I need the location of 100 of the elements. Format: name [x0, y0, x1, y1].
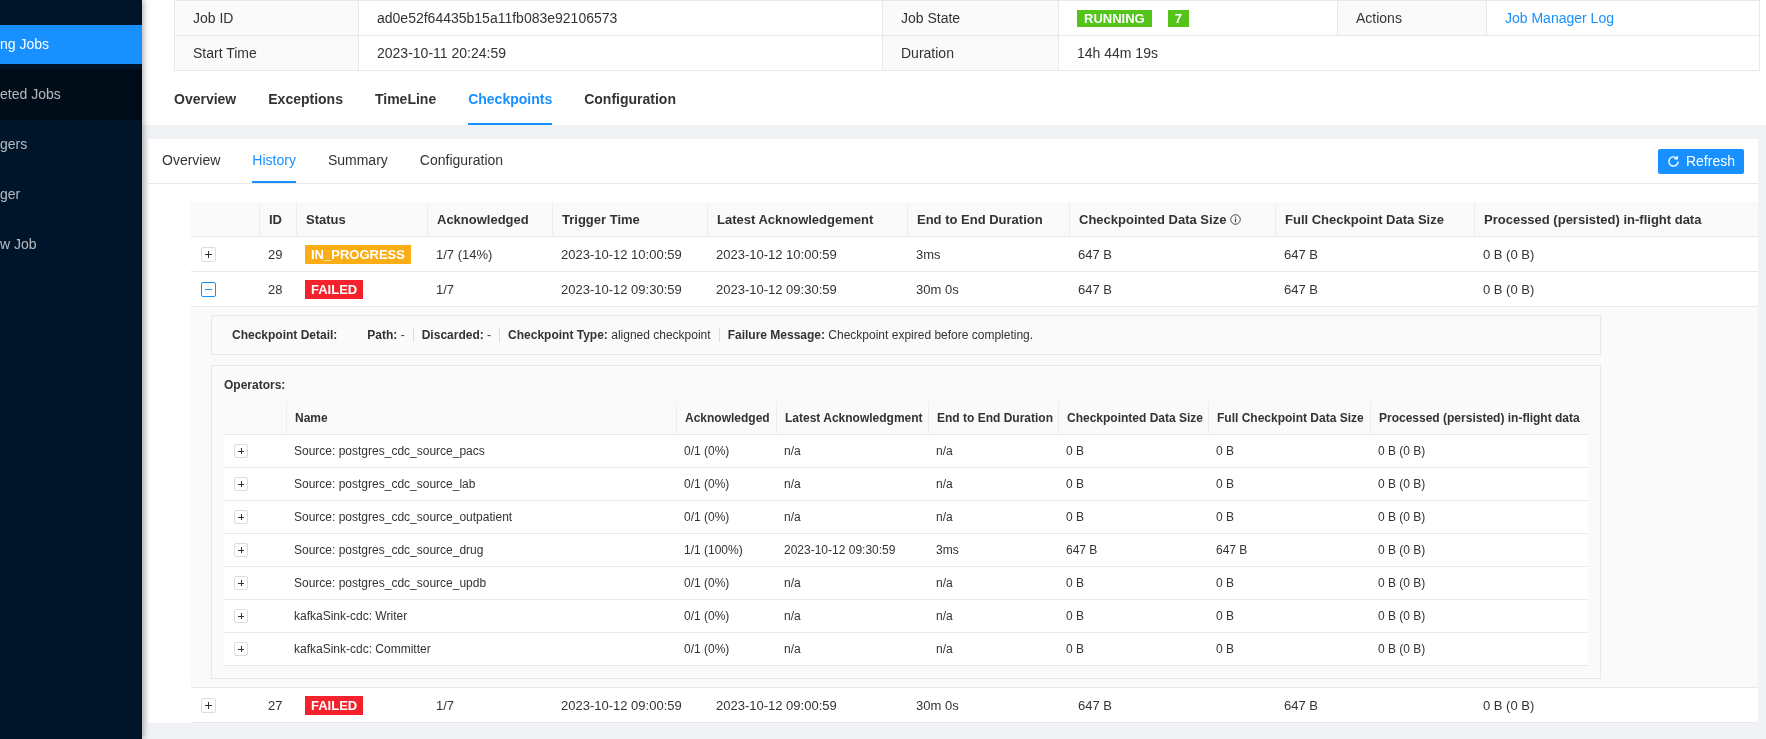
info-label: Job State: [883, 1, 1059, 35]
info-label: Start Time: [175, 36, 359, 70]
table-cell: n/a: [784, 477, 801, 491]
table-cell: Source: postgres_cdc_source_pacs: [294, 444, 485, 458]
table-cell: 2023-10-12 09:30:59: [784, 543, 896, 557]
table-cell: n/a: [936, 609, 953, 623]
refresh-icon: [1666, 154, 1680, 168]
table-cell: 647 B: [1078, 697, 1112, 713]
tab[interactable]: Overview: [174, 75, 237, 125]
tab[interactable]: Configuration: [419, 139, 504, 183]
sidebar-item[interactable]: eted Jobs: [0, 69, 142, 120]
column-header: Checkpointed Data Size: [1067, 411, 1204, 425]
table-cell: 0/1 (0%): [684, 609, 730, 623]
sidebar-item[interactable]: ger: [0, 175, 142, 214]
table-cell: 27: [268, 697, 283, 713]
expand-toggle[interactable]: [201, 281, 216, 297]
table-cell: n/a: [784, 609, 801, 623]
table-cell: Source: postgres_cdc_source_updb: [294, 576, 487, 590]
column-header: Processed (persisted) in-flight data: [1484, 211, 1702, 227]
detail-item: Discarded: -: [412, 328, 500, 342]
column-header: Name: [295, 411, 328, 425]
table-cell: 1/7: [436, 697, 455, 713]
table-cell: 0/1 (0%): [684, 444, 730, 458]
info-value: 2023-10-11 20:24:59: [377, 45, 506, 61]
sidebar-item[interactable]: gers: [0, 125, 142, 164]
table-cell: 0 B: [1216, 576, 1234, 590]
table-cell: 0 B: [1216, 477, 1234, 491]
tab[interactable]: Summary: [327, 139, 388, 183]
column-header: Full Checkpoint Data Size: [1285, 211, 1444, 227]
column-header: End to End Duration: [917, 211, 1043, 227]
table-cell: 647 B: [1078, 281, 1112, 297]
detail-title: Checkpoint Detail:: [232, 328, 338, 342]
table-cell: 0 B (0 B): [1378, 609, 1426, 623]
table-cell: 0 B (0 B): [1378, 510, 1426, 524]
table-cell: 647 B: [1284, 697, 1318, 713]
table-cell: n/a: [784, 642, 801, 656]
table-cell: 0 B (0 B): [1378, 477, 1426, 491]
table-cell: 647 B: [1066, 543, 1098, 557]
column-header: Trigger Time: [562, 211, 640, 227]
table-cell: 0 B: [1066, 444, 1084, 458]
table-cell: 2023-10-12 09:00:59: [716, 697, 837, 713]
table-cell: 0 B (0 B): [1483, 246, 1535, 262]
table-cell: 0 B (0 B): [1378, 543, 1426, 557]
table-cell: 2023-10-12 10:00:59: [561, 246, 682, 262]
column-header: Latest Acknowledgement: [717, 211, 874, 227]
column-header: Acknowledged: [437, 211, 529, 227]
table-cell: kafkaSink-cdc: Writer: [294, 609, 408, 623]
table-cell: 0 B: [1066, 477, 1084, 491]
table-cell: 0 B: [1216, 642, 1234, 656]
table-cell: 28: [268, 281, 283, 297]
table-cell: 3ms: [936, 543, 959, 557]
tab[interactable]: Exceptions: [268, 75, 343, 125]
table-cell: n/a: [936, 477, 953, 491]
table-cell: n/a: [784, 576, 801, 590]
table-cell: 0 B (0 B): [1483, 697, 1535, 713]
column-header: Acknowledged: [685, 411, 770, 425]
table-cell: 0 B (0 B): [1378, 444, 1426, 458]
detail-item: Checkpoint Type: aligned checkpoint: [499, 328, 719, 342]
table-cell: n/a: [936, 576, 953, 590]
table-cell: 0 B: [1066, 576, 1084, 590]
column-header: Full Checkpoint Data Size: [1217, 411, 1364, 425]
job-state-tag: RUNNING: [1077, 9, 1152, 27]
info-value: ad0e52f64435b15a11fb083e92106573: [377, 10, 618, 26]
table-cell: 3ms: [916, 246, 941, 262]
table-cell: n/a: [784, 510, 801, 524]
column-header: Checkpointed Data Size: [1079, 211, 1227, 227]
table-cell: n/a: [936, 642, 953, 656]
tab[interactable]: TimeLine: [374, 75, 437, 125]
table-cell: 0 B (0 B): [1378, 576, 1426, 590]
table-cell: 0/1 (0%): [684, 642, 730, 656]
detail-item: Failure Message: Checkpoint expired before completing.: [718, 328, 1042, 342]
operators-title: Operators:: [224, 378, 287, 392]
table-cell: 0/1 (0%): [684, 576, 730, 590]
table-cell: 0 B: [1066, 510, 1084, 524]
sidebar-item[interactable]: w Job: [0, 225, 142, 264]
table-cell: 647 B: [1284, 246, 1318, 262]
status-tag: IN_PROGRESS: [305, 244, 411, 264]
tab[interactable]: Configuration: [584, 75, 676, 125]
table-cell: Source: postgres_cdc_source_drug: [294, 543, 484, 557]
detail-item: Path: -: [366, 328, 406, 342]
tab[interactable]: Overview: [162, 139, 221, 183]
table-cell: Source: postgres_cdc_source_lab: [294, 477, 476, 491]
table-cell: 0/1 (0%): [684, 477, 730, 491]
table-cell: 1/1 (100%): [684, 543, 743, 557]
table-cell: 30m 0s: [916, 697, 959, 713]
table-cell: 0 B (0 B): [1483, 281, 1535, 297]
table-cell: kafkaSink-cdc: Committer: [294, 642, 431, 656]
column-header: Status: [306, 211, 346, 227]
table-cell: 0 B: [1066, 642, 1084, 656]
table-cell: 0 B: [1066, 609, 1084, 623]
column-header: Latest Acknowledgment: [785, 411, 923, 425]
table-cell: 30m 0s: [916, 281, 959, 297]
table-cell: 2023-10-12 09:30:59: [716, 281, 837, 297]
column-header: End to End Duration: [937, 411, 1053, 425]
info-label: Job ID: [175, 1, 359, 35]
task-count-tag: 7: [1167, 9, 1189, 27]
column-header: ID: [269, 211, 282, 227]
table-cell: 0 B: [1216, 444, 1234, 458]
status-tag: FAILED: [305, 279, 364, 299]
table-cell: 0 B: [1216, 609, 1234, 623]
